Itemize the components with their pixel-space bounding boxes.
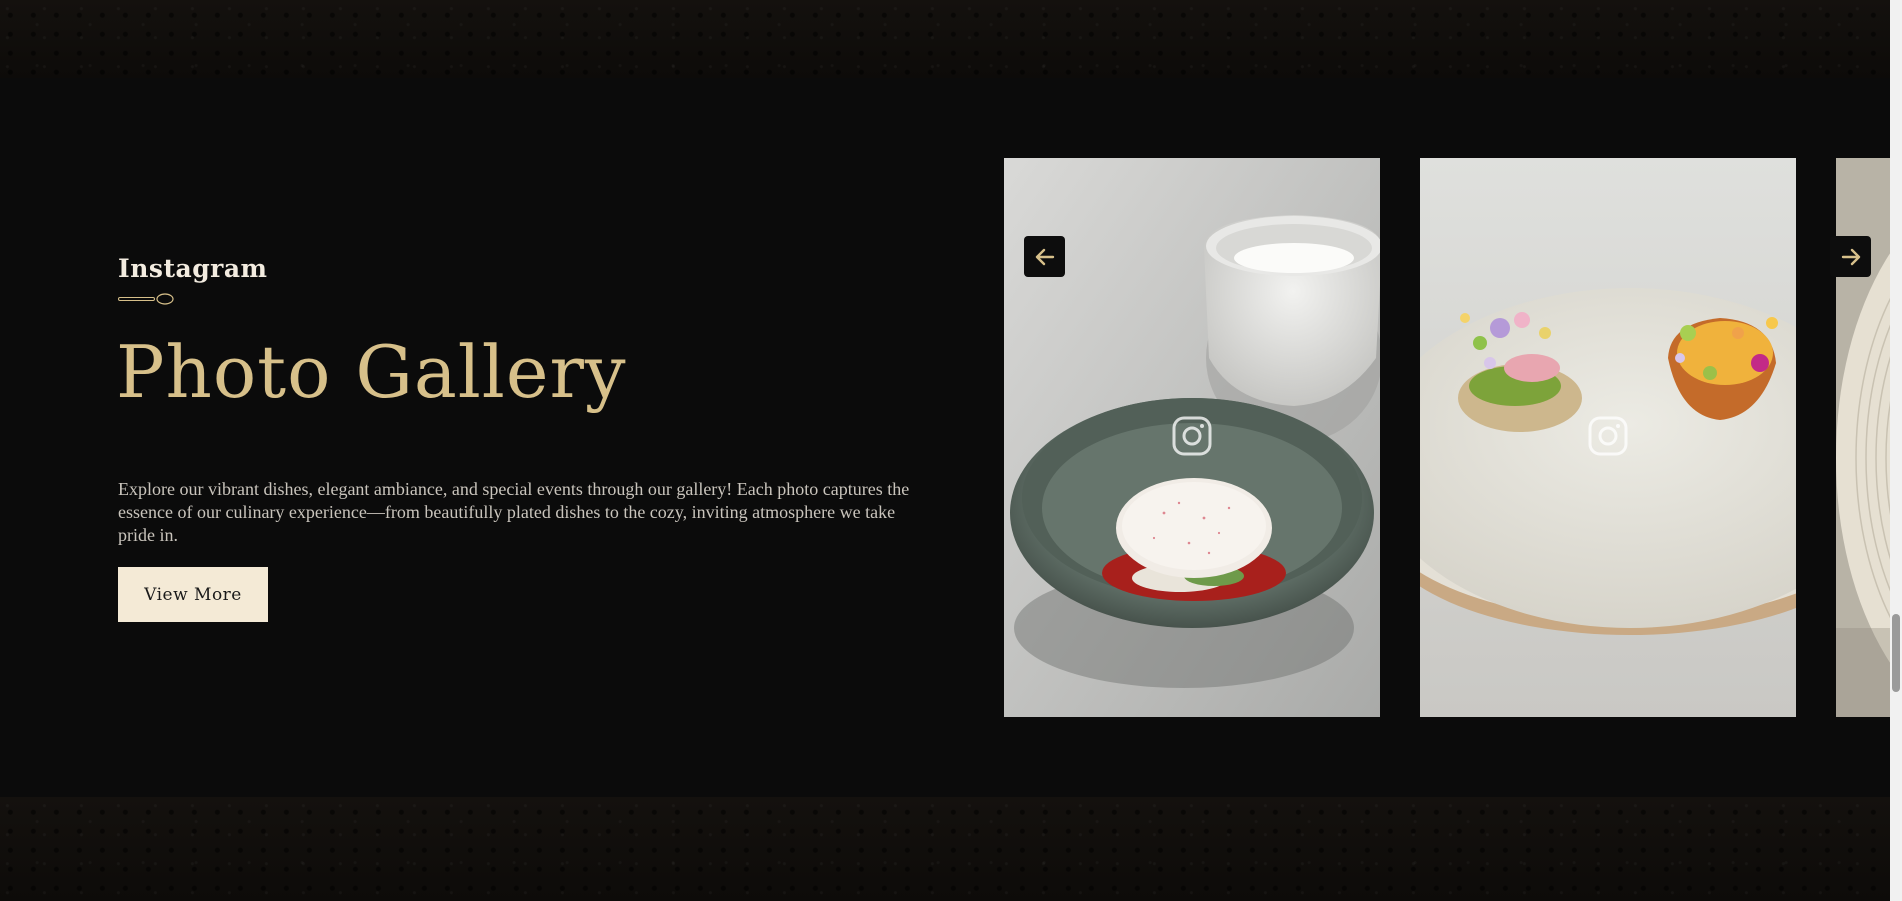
textured-bottom-band [0, 797, 1890, 901]
arrow-left-icon [1035, 248, 1054, 265]
carousel-prev-button[interactable] [1024, 236, 1065, 277]
carousel-next-button[interactable] [1830, 236, 1871, 277]
instagram-icon [1588, 416, 1628, 456]
view-more-button[interactable]: View More [118, 567, 268, 622]
scrollbar-thumb[interactable] [1892, 614, 1900, 692]
arrow-right-icon [1841, 248, 1860, 265]
gallery-photo-2[interactable] [1420, 158, 1796, 717]
section-title: Photo Gallery [116, 330, 627, 414]
page-scrollbar[interactable] [1890, 0, 1902, 901]
textured-top-band [0, 0, 1890, 78]
section-eyebrow: Instagram [118, 254, 268, 283]
photo-gallery-section: Instagram Photo Gallery Explore our vibr… [0, 78, 1890, 797]
section-description: Explore our vibrant dishes, elegant ambi… [118, 479, 910, 545]
gallery-carousel [1004, 158, 1890, 717]
page: Instagram Photo Gallery Explore our vibr… [0, 0, 1902, 901]
instagram-icon [1172, 416, 1212, 456]
spoon-divider-icon [118, 293, 174, 305]
